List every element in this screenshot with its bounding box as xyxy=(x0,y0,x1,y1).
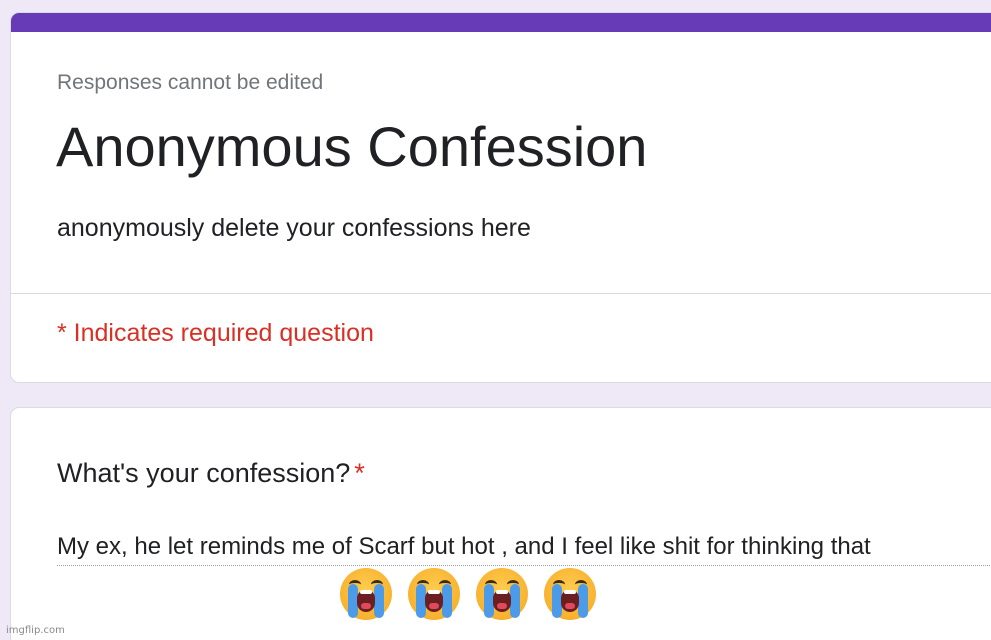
loudly-crying-face-icon xyxy=(408,568,460,620)
required-asterisk: * xyxy=(354,458,365,488)
question-title: What's your confession? * xyxy=(57,458,365,489)
question-card: What's your confession? * My ex, he let r… xyxy=(10,407,991,640)
header-divider xyxy=(11,293,991,294)
answer-field[interactable]: My ex, he let reminds me of Scarf but ho… xyxy=(57,531,991,566)
responses-notice: Responses cannot be edited xyxy=(57,71,324,94)
loudly-crying-face-icon xyxy=(476,568,528,620)
form-header-card: Responses cannot be edited Anonymous Con… xyxy=(10,12,991,383)
question-title-text: What's your confession? xyxy=(57,458,351,488)
imgflip-watermark: imgflip.com xyxy=(6,625,65,636)
loudly-crying-face-icon xyxy=(340,568,392,620)
emoji-row xyxy=(340,568,596,620)
required-question-note: * Indicates required question xyxy=(57,319,374,347)
form-description: anonymously delete your confessions here xyxy=(57,214,531,242)
form-page: Responses cannot be edited Anonymous Con… xyxy=(0,0,991,640)
form-title: Anonymous Confession xyxy=(56,115,648,178)
loudly-crying-face-icon xyxy=(544,568,596,620)
answer-text[interactable]: My ex, he let reminds me of Scarf but ho… xyxy=(57,531,991,563)
theme-color-band xyxy=(11,13,991,32)
